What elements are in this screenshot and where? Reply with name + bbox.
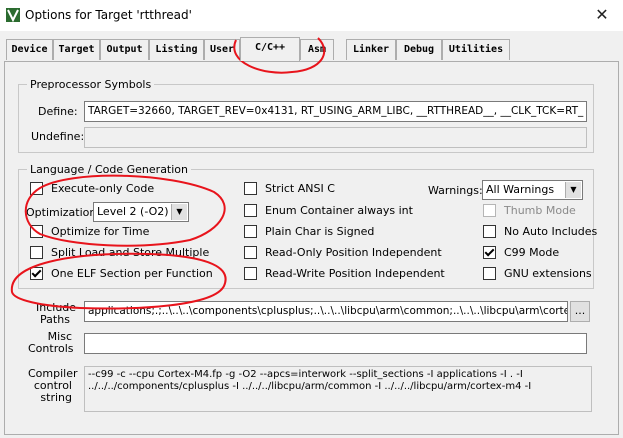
tab-asm[interactable]: Asm [300, 39, 334, 60]
checkbox-box[interactable] [30, 246, 43, 259]
thumb-mode-label: Thumb Mode [504, 204, 576, 217]
compiler-control-label: Compiler control string [28, 368, 78, 404]
rw-position-independent-label: Read-Write Position Independent [265, 267, 445, 280]
enum-container-checkbox[interactable]: Enum Container always int [244, 204, 413, 217]
plain-char-label: Plain Char is Signed [265, 225, 375, 238]
ro-position-independent-checkbox[interactable]: Read-Only Position Independent [244, 246, 442, 259]
warnings-value: All Warnings [486, 183, 555, 196]
compiler-control-line1: --c99 -c --cpu Cortex-M4.fp -g -O2 --apc… [88, 369, 523, 380]
tab-output[interactable]: Output [100, 39, 149, 60]
optimization-label: Optimization: [26, 206, 101, 219]
checkbox-box[interactable] [483, 267, 496, 280]
checkbox-box[interactable] [30, 182, 43, 195]
optimize-time-checkbox[interactable]: Optimize for Time [30, 225, 149, 238]
keil-app-icon [6, 8, 20, 22]
strict-ansi-checkbox[interactable]: Strict ANSI C [244, 182, 335, 195]
tab-utilities[interactable]: Utilities [442, 39, 510, 60]
c99-mode-label: C99 Mode [504, 246, 560, 259]
tab-c-cpp[interactable]: C/C++ [240, 37, 300, 61]
execute-only-label: Execute-only Code [51, 182, 155, 195]
warnings-label: Warnings: [428, 184, 483, 197]
compiler-control-line2: ../../../components/cplusplus -I ../../.… [88, 381, 532, 392]
checkbox-box[interactable] [483, 225, 496, 238]
include-paths-field[interactable]: applications;.;..\..\..\components\cplus… [84, 301, 568, 322]
checkbox-box[interactable] [244, 267, 257, 280]
undefine-field[interactable] [84, 127, 587, 148]
c99-mode-checkbox[interactable]: C99 Mode [483, 246, 559, 259]
no-auto-includes-checkbox[interactable]: No Auto Includes [483, 225, 597, 238]
compiler-control-string-field[interactable]: --c99 -c --cpu Cortex-M4.fp -g -O2 --apc… [84, 366, 592, 412]
checkbox-box-checked[interactable] [30, 267, 43, 280]
no-auto-includes-label: No Auto Includes [504, 225, 598, 238]
rw-position-independent-checkbox[interactable]: Read-Write Position Independent [244, 267, 445, 280]
plain-char-checkbox[interactable]: Plain Char is Signed [244, 225, 374, 238]
checkbox-box [483, 204, 496, 217]
tab-device[interactable]: Device [6, 39, 53, 60]
checkbox-box-checked[interactable] [483, 246, 496, 259]
one-elf-checkbox[interactable]: One ELF Section per Function [30, 267, 213, 280]
window-title: Options for Target 'rtthread' [25, 8, 192, 22]
language-codegen-group-label: Language / Code Generation [27, 163, 192, 176]
chevron-down-icon[interactable]: ▼ [171, 204, 187, 220]
gnu-extensions-label: GNU extensions [504, 267, 592, 280]
checkbox-box[interactable] [30, 225, 43, 238]
checkbox-box[interactable] [244, 246, 257, 259]
gnu-extensions-checkbox[interactable]: GNU extensions [483, 267, 592, 280]
split-load-checkbox[interactable]: Split Load and Store Multiple [30, 246, 209, 259]
checkbox-box[interactable] [244, 225, 257, 238]
misc-controls-label: Misc Controls [28, 331, 74, 355]
enum-container-label: Enum Container always int [265, 204, 413, 217]
tab-target[interactable]: Target [53, 39, 100, 60]
checkbox-box[interactable] [244, 204, 257, 217]
define-label: Define: [38, 105, 78, 118]
one-elf-label: One ELF Section per Function [51, 267, 213, 280]
tab-listing[interactable]: Listing [149, 39, 204, 60]
optimization-select[interactable]: Level 2 (-O2) ▼ [93, 202, 189, 222]
include-paths-label: Include Paths [36, 302, 76, 326]
split-load-label: Split Load and Store Multiple [51, 246, 210, 259]
ro-position-independent-label: Read-Only Position Independent [265, 246, 442, 259]
preprocessor-group-label: Preprocessor Symbols [27, 78, 155, 91]
compiler-control-label-line3: string [40, 391, 72, 404]
warnings-select[interactable]: All Warnings ▼ [482, 180, 583, 200]
undefine-label: Undefine: [31, 130, 85, 143]
tab-strip: Device Target Output Listing User C/C++ … [0, 37, 623, 61]
chevron-down-icon[interactable]: ▼ [565, 182, 581, 198]
misc-controls-label-line2: Controls [28, 342, 74, 355]
tab-debug[interactable]: Debug [396, 39, 442, 60]
checkbox-box[interactable] [244, 182, 257, 195]
optimize-time-label: Optimize for Time [51, 225, 150, 238]
tab-user[interactable]: User [204, 39, 240, 60]
include-paths-browse-button[interactable]: ... [570, 301, 590, 322]
include-paths-label-line2: Paths [40, 313, 70, 326]
misc-controls-field[interactable] [84, 333, 587, 354]
execute-only-checkbox[interactable]: Execute-only Code [30, 182, 154, 195]
tab-linker[interactable]: Linker [346, 39, 396, 60]
optimization-value: Level 2 (-O2) [97, 205, 169, 218]
define-field[interactable]: TARGET=32660, TARGET_REV=0x4131, RT_USIN… [84, 101, 587, 122]
thumb-mode-checkbox: Thumb Mode [483, 204, 576, 217]
close-button[interactable]: ✕ [592, 5, 612, 25]
strict-ansi-label: Strict ANSI C [265, 182, 335, 195]
title-bar: Options for Target 'rtthread' ✕ [0, 0, 623, 31]
